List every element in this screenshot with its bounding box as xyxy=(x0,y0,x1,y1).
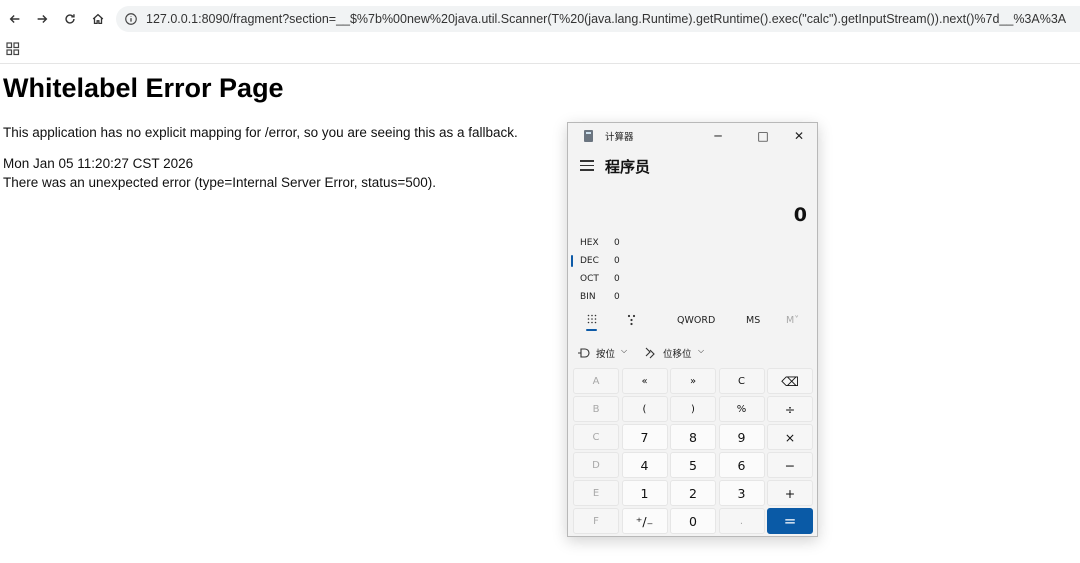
reload-button[interactable] xyxy=(59,8,81,30)
close-icon: ✕ xyxy=(793,129,805,143)
browser-toolbar: 127.0.0.1:8090/fragment?section=__$%7b%0… xyxy=(0,0,1080,38)
url-text[interactable]: 127.0.0.1:8090/fragment?section=__$%7b%0… xyxy=(146,12,1066,26)
arrow-left-icon xyxy=(9,15,20,23)
close-button[interactable]: ✕ xyxy=(786,126,812,146)
key-modulo[interactable]: % xyxy=(718,396,765,422)
bitwise-dropdown[interactable]: 按位 xyxy=(596,346,615,360)
key-0[interactable]: 0 xyxy=(670,508,716,534)
bit-toggle-icon[interactable] xyxy=(627,314,637,326)
error-message: This application has no explicit mapping… xyxy=(3,125,518,140)
key-3[interactable]: 3 xyxy=(718,480,765,506)
calculator-keypad: A «» C ⌫ B()% ÷ C 7 8 9 × D 4 5 6− E 1 2 3 + F ⁺/₋ 0. = xyxy=(573,368,815,534)
bitshift-icon xyxy=(645,347,655,359)
calculator-window: 计算器 ─ □ ✕ 程序员 0 HEX 0 DEC 0 OCT 0 BIN 0 … xyxy=(567,122,818,537)
key-negate[interactable]: ⁺/₋ xyxy=(621,508,668,534)
maximize-button[interactable]: □ xyxy=(750,126,776,146)
arrow-right-icon xyxy=(37,15,48,23)
key-decimal[interactable]: . xyxy=(718,508,765,534)
bookmarks-bar xyxy=(0,38,1080,64)
forward-button[interactable] xyxy=(31,8,53,30)
memory-store-button[interactable]: MS xyxy=(746,315,760,326)
key-4[interactable]: 4 xyxy=(621,452,668,478)
memory-list-button[interactable]: M˅ xyxy=(786,315,799,326)
page-content: Whitelabel Error Page This application h… xyxy=(0,64,1080,563)
keypad-selected-indicator xyxy=(586,329,597,331)
key-equals[interactable]: = xyxy=(767,508,813,534)
key-e[interactable]: E xyxy=(573,480,619,506)
key-7[interactable]: 7 xyxy=(621,424,668,450)
key-divide[interactable]: ÷ xyxy=(767,396,813,422)
key-subtract[interactable]: − xyxy=(767,452,813,478)
mode-bar: QWORD MS M˅ xyxy=(568,311,817,333)
home-icon xyxy=(92,13,104,25)
bitwise-bar: 按位 ⌵ 位移位 ⌵ xyxy=(568,343,817,363)
bitwise-gate-icon xyxy=(578,348,590,358)
error-details: There was an unexpected error (type=Inte… xyxy=(3,175,436,190)
word-size-button[interactable]: QWORD xyxy=(677,315,715,326)
key-5[interactable]: 5 xyxy=(670,452,716,478)
info-icon[interactable] xyxy=(124,12,138,26)
error-timestamp: Mon Jan 05 11:20:27 CST 2026 xyxy=(3,156,194,171)
key-8[interactable]: 8 xyxy=(670,424,716,450)
reload-icon xyxy=(65,14,75,24)
calculator-display: 0 xyxy=(793,204,807,226)
key-9[interactable]: 9 xyxy=(718,424,765,450)
back-button[interactable] xyxy=(4,8,26,30)
minimize-icon: ─ xyxy=(714,129,722,143)
key-add[interactable]: + xyxy=(767,480,813,506)
hamburger-icon xyxy=(580,160,594,162)
key-c[interactable]: C xyxy=(573,424,619,450)
maximize-icon: □ xyxy=(757,129,769,143)
window-title: 计算器 xyxy=(605,132,634,143)
page-title: Whitelabel Error Page xyxy=(3,73,284,103)
home-button[interactable] xyxy=(87,8,109,30)
key-a[interactable]: A xyxy=(573,368,619,394)
radix-bin[interactable]: BIN 0 xyxy=(580,292,660,308)
radix-oct[interactable]: OCT 0 xyxy=(580,274,660,290)
key-2[interactable]: 2 xyxy=(670,480,716,506)
radix-dec[interactable]: DEC 0 xyxy=(580,256,660,272)
address-bar[interactable]: 127.0.0.1:8090/fragment?section=__$%7b%0… xyxy=(116,6,1080,32)
calculator-mode: 程序员 xyxy=(605,158,651,176)
key-clear[interactable]: C xyxy=(718,368,765,394)
key-open-paren[interactable]: ( xyxy=(621,396,668,422)
key-f[interactable]: F xyxy=(573,508,619,534)
key-shift-left[interactable]: « xyxy=(621,368,668,394)
chevron-down-icon: ⌵ xyxy=(621,346,628,355)
chevron-down-icon: ⌵ xyxy=(698,346,705,355)
apps-icon[interactable] xyxy=(6,42,20,56)
minimize-button[interactable]: ─ xyxy=(705,126,731,146)
calculator-titlebar[interactable]: 计算器 ─ □ ✕ xyxy=(568,123,817,149)
key-d[interactable]: D xyxy=(573,452,619,478)
calculator-app-icon xyxy=(584,130,593,142)
key-close-paren[interactable]: ) xyxy=(670,396,716,422)
radix-selected-indicator xyxy=(571,255,573,267)
bitshift-dropdown[interactable]: 位移位 xyxy=(663,346,692,360)
keypad-icon[interactable] xyxy=(587,314,597,326)
key-shift-right[interactable]: » xyxy=(670,368,716,394)
key-1[interactable]: 1 xyxy=(621,480,668,506)
key-backspace[interactable]: ⌫ xyxy=(767,368,813,394)
key-multiply[interactable]: × xyxy=(767,424,813,450)
key-6[interactable]: 6 xyxy=(718,452,765,478)
radix-hex[interactable]: HEX 0 xyxy=(580,238,660,254)
key-b[interactable]: B xyxy=(573,396,619,422)
menu-button[interactable] xyxy=(580,160,594,172)
